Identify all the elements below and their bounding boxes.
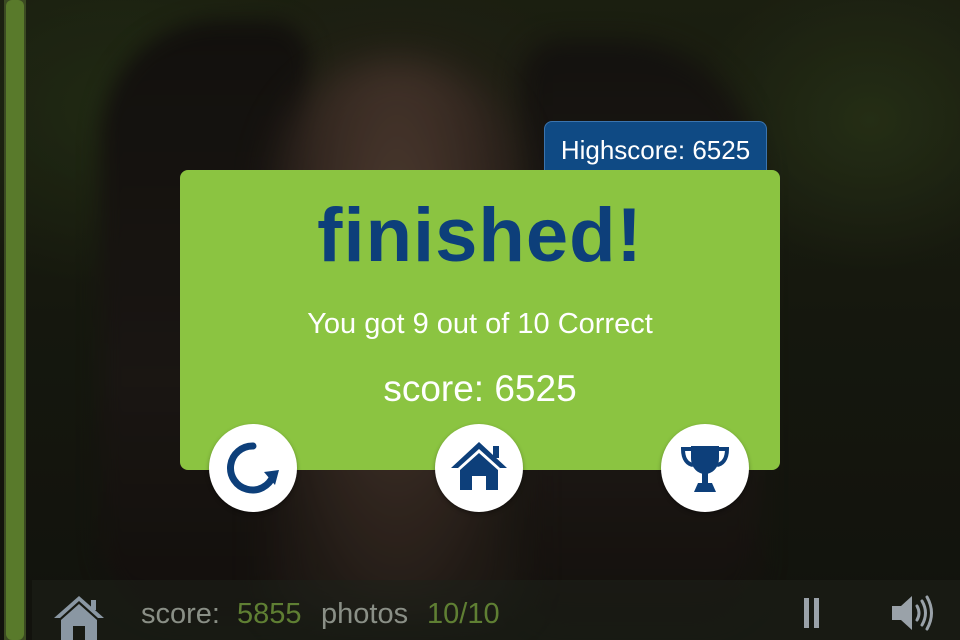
progress-rail-fill <box>6 0 24 640</box>
score-label: score: <box>141 598 220 630</box>
leaderboard-button[interactable] <box>661 424 749 512</box>
result-title: finished! <box>317 193 643 278</box>
pause-icon[interactable] <box>802 596 822 630</box>
photos-label: photos <box>321 598 409 630</box>
home-button[interactable] <box>435 424 523 512</box>
final-score: score: 6525 <box>383 368 577 409</box>
speaker-icon[interactable] <box>890 592 934 634</box>
home-icon <box>451 442 507 490</box>
result-summary: You got 9 out of 10 Correct <box>307 308 653 340</box>
replay-icon <box>227 442 279 494</box>
progress-rail <box>4 0 26 640</box>
photos-value: 10/10 <box>427 598 500 630</box>
score-value: 5855 <box>237 598 302 630</box>
trophy-icon <box>680 446 730 492</box>
replay-button[interactable] <box>209 424 297 512</box>
status-bar: score: 5855 photos 10/10 <box>32 580 960 640</box>
home-icon[interactable] <box>52 592 106 640</box>
